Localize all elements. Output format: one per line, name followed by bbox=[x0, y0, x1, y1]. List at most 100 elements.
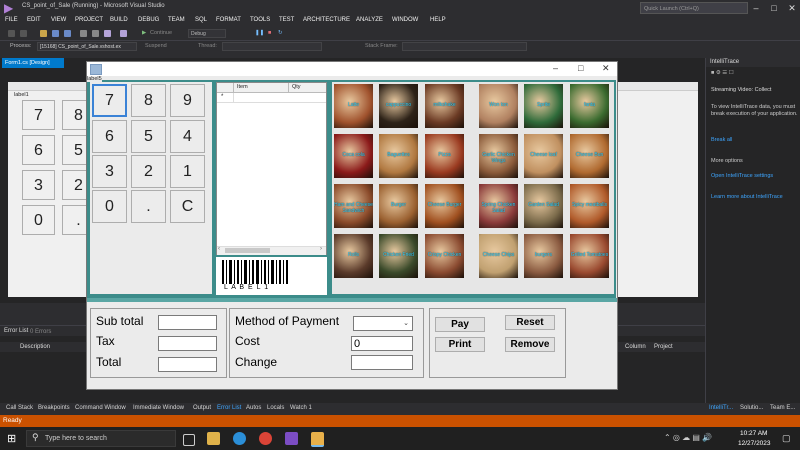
product-tile[interactable]: milkshake bbox=[425, 84, 464, 128]
key-1[interactable]: 1 bbox=[170, 155, 205, 188]
vs-minimize-icon[interactable]: – bbox=[748, 2, 764, 14]
menu-sql[interactable]: SQL bbox=[195, 17, 207, 23]
menu-help[interactable]: HELP bbox=[430, 17, 446, 23]
product-tile[interactable]: cappuccino bbox=[379, 84, 418, 128]
product-tile[interactable]: Pizza bbox=[425, 134, 464, 178]
doc-tab-form1-design[interactable]: Form1.cs [Design] bbox=[2, 58, 64, 68]
stop-icon[interactable]: ■ bbox=[268, 30, 271, 36]
chrome-icon[interactable] bbox=[259, 432, 272, 445]
subtotal-field[interactable] bbox=[158, 315, 217, 330]
col-column[interactable]: Column bbox=[625, 342, 646, 352]
copy-icon[interactable] bbox=[92, 30, 99, 37]
scroll-right-icon[interactable]: › bbox=[320, 246, 322, 252]
streaming-collect[interactable]: Streaming Video: Collect bbox=[711, 87, 771, 94]
key-0[interactable]: 0 bbox=[92, 190, 127, 223]
key-8[interactable]: 8 bbox=[131, 84, 166, 117]
key-6[interactable]: 6 bbox=[92, 120, 127, 153]
thread-select[interactable] bbox=[222, 42, 322, 51]
product-tile[interactable]: Spring Chicken Salad bbox=[479, 184, 518, 228]
edge-icon[interactable] bbox=[233, 432, 246, 445]
tab-locals[interactable]: Locals bbox=[267, 405, 284, 411]
tax-field[interactable] bbox=[158, 336, 217, 351]
product-tile[interactable]: Spicy meatballs bbox=[570, 184, 609, 228]
forward-icon[interactable] bbox=[20, 30, 27, 37]
save-icon[interactable] bbox=[52, 30, 59, 37]
menu-debug[interactable]: DEBUG bbox=[138, 17, 159, 23]
tab-command-window[interactable]: Command Window bbox=[75, 405, 126, 411]
product-tile[interactable]: Coca cola bbox=[334, 134, 373, 178]
back-icon[interactable] bbox=[8, 30, 15, 37]
payment-method-select[interactable]: ⌄ bbox=[353, 316, 413, 331]
product-tile[interactable]: fanta bbox=[570, 84, 609, 128]
col-item[interactable]: Item bbox=[233, 83, 288, 92]
product-tile[interactable]: Crispy Chicken bbox=[425, 234, 464, 278]
cost-field[interactable]: 0 bbox=[351, 336, 413, 351]
open-intellitrace-settings-link[interactable]: Open IntelliTrace settings bbox=[711, 173, 773, 180]
tab-call-stack[interactable]: Call Stack bbox=[6, 405, 33, 411]
save-all-icon[interactable] bbox=[64, 30, 71, 37]
design-key-6[interactable]: 6 bbox=[22, 135, 55, 165]
design-key-3[interactable]: 3 bbox=[22, 170, 55, 200]
product-tile[interactable]: Won ton bbox=[479, 84, 518, 128]
product-tile[interactable]: Ham and Cheese Sandwich bbox=[334, 184, 373, 228]
vs-close-icon[interactable]: ✕ bbox=[784, 2, 800, 14]
notifications-icon[interactable]: ▢ bbox=[782, 433, 791, 444]
menu-tools[interactable]: TOOLS bbox=[250, 17, 270, 23]
menu-architecture[interactable]: ARCHITECTURE bbox=[303, 17, 350, 23]
product-tile[interactable]: Cheese Bun bbox=[570, 134, 609, 178]
tab-autos[interactable]: Autos bbox=[246, 405, 261, 411]
col-qty[interactable]: Qty bbox=[288, 83, 326, 92]
print-button[interactable]: Print bbox=[435, 337, 485, 352]
product-tile[interactable]: Baguettes bbox=[379, 134, 418, 178]
menu-edit[interactable]: EDIT bbox=[27, 17, 41, 23]
taskbar-search-input[interactable]: Type here to search bbox=[26, 430, 176, 447]
col-description[interactable]: Description bbox=[20, 342, 50, 352]
pos-maximize-icon[interactable]: □ bbox=[578, 63, 583, 73]
config-select[interactable]: Debug bbox=[188, 29, 226, 38]
pos-minimize-icon[interactable]: – bbox=[553, 63, 558, 73]
menu-file[interactable]: FILE bbox=[5, 17, 18, 23]
pos-close-icon[interactable]: ✕ bbox=[602, 63, 610, 74]
vs-maximize-icon[interactable]: □ bbox=[766, 2, 782, 14]
continue-button[interactable]: Continue bbox=[150, 30, 172, 36]
product-tile[interactable]: Burger bbox=[379, 184, 418, 228]
tab-output[interactable]: Output bbox=[193, 405, 211, 411]
col-project[interactable]: Project bbox=[654, 342, 673, 352]
task-view-icon[interactable] bbox=[183, 434, 195, 446]
change-field[interactable] bbox=[351, 355, 413, 370]
menu-build[interactable]: BUILD bbox=[110, 17, 128, 23]
key-3[interactable]: 3 bbox=[92, 155, 127, 188]
clock-time[interactable]: 10:27 AM bbox=[740, 430, 767, 437]
product-tile[interactable]: Cheese Chips bbox=[479, 234, 518, 278]
product-tile[interactable]: Cheese loaf bbox=[524, 134, 563, 178]
learn-more-link[interactable]: Learn more about IntelliTrace bbox=[711, 194, 783, 201]
stack-frame-select[interactable] bbox=[402, 42, 527, 51]
menu-view[interactable]: VIEW bbox=[51, 17, 66, 23]
product-tile[interactable]: burgers bbox=[524, 234, 563, 278]
tab-breakpoints[interactable]: Breakpoints bbox=[38, 405, 70, 411]
file-explorer-icon[interactable] bbox=[207, 432, 220, 445]
menu-team[interactable]: TEAM bbox=[168, 17, 185, 23]
break-all-link[interactable]: Break all bbox=[711, 137, 732, 144]
product-tile[interactable]: Cheese Burger bbox=[425, 184, 464, 228]
system-tray-icons[interactable]: ⌃ ◎ ☁ ▤ 🔊 bbox=[664, 433, 712, 442]
key-dot[interactable]: . bbox=[131, 190, 166, 223]
cut-icon[interactable] bbox=[80, 30, 87, 37]
remove-button[interactable]: Remove bbox=[505, 337, 555, 352]
tab-intellitrace[interactable]: IntelliTr... bbox=[709, 405, 733, 411]
tab-watch-1[interactable]: Watch 1 bbox=[290, 405, 312, 411]
tab-immediate-window[interactable]: Immediate Window bbox=[133, 405, 184, 411]
pay-button[interactable]: Pay bbox=[435, 317, 485, 332]
design-key-0[interactable]: 0 bbox=[22, 205, 55, 235]
quick-launch-input[interactable]: Quick Launch (Ctrl+Q) bbox=[640, 2, 748, 14]
menu-format[interactable]: FORMAT bbox=[216, 17, 241, 23]
menu-project[interactable]: PROJECT bbox=[75, 17, 103, 23]
scroll-thumb[interactable] bbox=[225, 248, 270, 253]
undo-icon[interactable] bbox=[104, 30, 111, 37]
product-tile[interactable]: Rolls bbox=[334, 234, 373, 278]
process-select[interactable]: [15168] CS_point_of_Sale.vshost.ex bbox=[37, 42, 137, 51]
product-tile[interactable]: Latte bbox=[334, 84, 373, 128]
key-7[interactable]: 7 bbox=[92, 84, 127, 117]
horizontal-scrollbar[interactable]: ‹ › bbox=[217, 246, 326, 255]
restart-icon[interactable]: ↻ bbox=[278, 30, 283, 36]
